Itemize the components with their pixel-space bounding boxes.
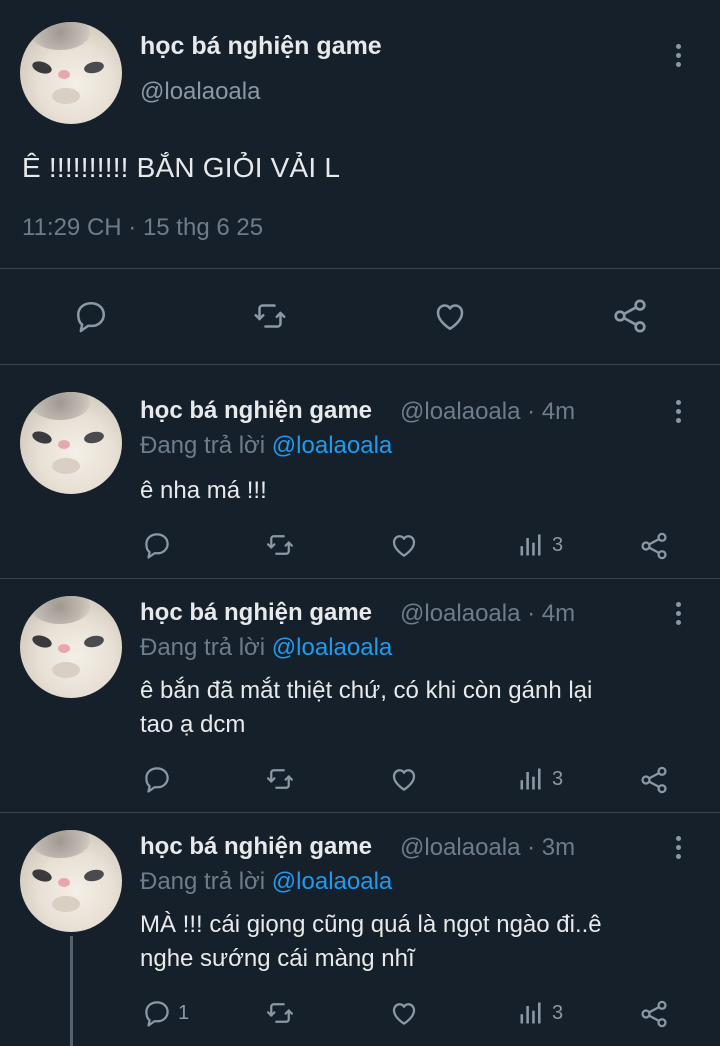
reply-button[interactable] — [142, 764, 172, 794]
reply-text-line: nghe sướng cái màng nhĩ — [140, 945, 415, 972]
reply-author-name[interactable]: học bá nghiện game — [140, 397, 372, 425]
more-options-icon[interactable] — [674, 602, 682, 630]
views-count: 3 — [552, 1001, 564, 1024]
reply-button[interactable]: 1 — [142, 998, 189, 1028]
more-options-icon[interactable] — [674, 836, 682, 864]
replying-to-label: Đang trả lời — [140, 432, 272, 459]
reply-handle-time[interactable]: @loalaoala · 3m — [400, 834, 575, 862]
retweet-icon — [267, 535, 293, 555]
reply-text-line: ê bắn đã mắt thiệt chứ, có khi còn gánh … — [140, 677, 593, 704]
reply-text-line: MÀ !!! cái giọng cũng quá là ngọt ngào đ… — [140, 911, 602, 938]
views-count: 3 — [552, 533, 564, 556]
like-icon — [392, 535, 416, 557]
mention-link[interactable]: @loalaoala — [272, 432, 392, 459]
avatar[interactable] — [20, 596, 122, 698]
share-icon — [614, 299, 646, 333]
share-button[interactable] — [638, 764, 670, 796]
share-button[interactable] — [638, 998, 670, 1030]
reply-text: ê nha má !!! — [140, 477, 267, 504]
avatar[interactable] — [20, 22, 122, 124]
reply-icon — [145, 1001, 169, 1027]
reply-handle-time[interactable]: @loalaoala · 4m — [400, 398, 575, 426]
views-chart-icon — [520, 1002, 541, 1024]
views-chart-icon — [520, 534, 541, 556]
reply-text-line: tao ạ dcm — [140, 711, 246, 738]
reply-count: 1 — [178, 1001, 190, 1024]
retweet-button[interactable] — [264, 998, 296, 1028]
tweet-thread-page: học bá nghiện game @loalaoala Ê !!!!!!!!… — [0, 0, 720, 1046]
retweet-button[interactable] — [264, 530, 296, 560]
like-icon — [392, 769, 416, 791]
more-options-icon[interactable] — [674, 400, 682, 428]
mention-link[interactable]: @loalaoala — [272, 634, 392, 661]
like-button[interactable] — [388, 998, 420, 1028]
thread-connector-line — [70, 936, 73, 1046]
share-icon — [641, 532, 667, 560]
mention-link[interactable]: @loalaoala — [272, 868, 392, 895]
share-icon — [641, 766, 667, 794]
reply-icon — [76, 301, 106, 333]
reply-button[interactable] — [72, 298, 110, 334]
author-display-name[interactable]: học bá nghiện game — [140, 32, 382, 61]
avatar[interactable] — [20, 830, 122, 932]
views-count: 3 — [552, 767, 564, 790]
replying-to-label: Đang trả lời — [140, 868, 272, 895]
retweet-button[interactable] — [250, 298, 290, 334]
reply-author-name[interactable]: học bá nghiện game — [140, 599, 372, 627]
like-button[interactable] — [388, 764, 420, 794]
tweet-timestamp[interactable]: 11:29 CH · 15 thg 6 25 — [22, 214, 263, 242]
like-icon — [392, 1003, 416, 1025]
reply-handle-time[interactable]: @loalaoala · 4m — [400, 600, 575, 628]
reply-icon — [145, 767, 169, 793]
views-button[interactable]: 3 — [516, 999, 563, 1027]
reply-author-name[interactable]: học bá nghiện game — [140, 833, 372, 861]
retweet-icon — [267, 1003, 293, 1023]
divider — [0, 268, 720, 269]
divider — [0, 812, 720, 813]
replying-to-label: Đang trả lời — [140, 634, 272, 661]
reply-button[interactable] — [142, 530, 172, 560]
avatar[interactable] — [20, 392, 122, 494]
retweet-button[interactable] — [264, 764, 296, 794]
retweet-icon — [267, 769, 293, 789]
author-handle[interactable]: @loalaoala — [140, 78, 260, 106]
share-button[interactable] — [638, 530, 670, 562]
like-button[interactable] — [430, 298, 470, 334]
views-chart-icon — [520, 768, 541, 790]
share-icon — [641, 1000, 667, 1028]
replying-to: Đang trả lời @loalaoala — [140, 868, 392, 896]
replying-to: Đang trả lời @loalaoala — [140, 634, 392, 662]
divider — [0, 578, 720, 579]
reply-icon — [145, 533, 169, 559]
reply-text: ê bắn đã mắt thiệt chứ, có khi còn gánh … — [140, 674, 700, 742]
reply-text: MÀ !!! cái giọng cũng quá là ngọt ngào đ… — [140, 908, 700, 976]
more-options-icon[interactable] — [674, 44, 682, 72]
share-button[interactable] — [610, 296, 650, 336]
tweet-text: Ê !!!!!!!!!! BẮN GIỎI VẢI L — [22, 152, 341, 183]
replying-to: Đang trả lời @loalaoala — [140, 432, 392, 460]
views-button[interactable]: 3 — [516, 765, 563, 793]
like-icon — [436, 304, 464, 331]
divider — [0, 364, 720, 365]
like-button[interactable] — [388, 530, 420, 560]
retweet-icon — [254, 304, 286, 328]
views-button[interactable]: 3 — [516, 531, 563, 559]
